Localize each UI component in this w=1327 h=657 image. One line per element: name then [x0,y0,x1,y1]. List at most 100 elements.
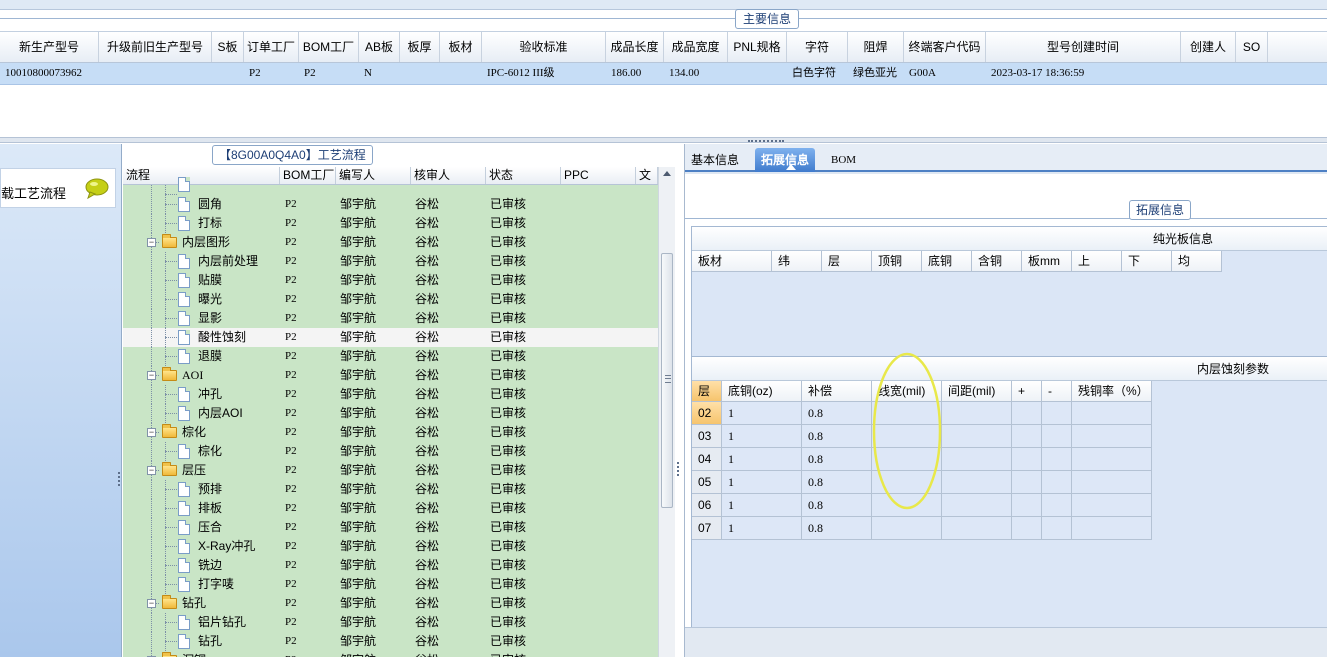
tree-item-row[interactable]: 预排 P2 邹宇航 谷松 已审核 [123,480,658,499]
main-cell[interactable]: G00A [904,63,986,84]
etch-cell[interactable]: 0.8 [802,402,872,425]
etch-cell[interactable] [1072,494,1152,517]
tree-item-row[interactable]: 内层前处理 P2 邹宇航 谷松 已审核 [123,252,658,271]
tree-folder-row[interactable]: − 棕化 P2 邹宇航 谷松 已审核 [123,423,658,442]
main-col-header[interactable]: 阻焊 [848,32,904,62]
collapse-toggle-icon[interactable]: − [147,238,156,247]
main-col-header[interactable]: 验收标准 [482,32,606,62]
main-col-header[interactable]: AB板 [359,32,400,62]
flow-col-header[interactable]: 核审人 [411,167,486,184]
etch-col-header[interactable]: 底铜(oz) [722,381,802,402]
main-col-header[interactable]: SO [1236,32,1268,62]
tree-item-row[interactable]: X-Ray冲孔 P2 邹宇航 谷松 已审核 [123,537,658,556]
laminate-col-header[interactable]: 顶铜 [872,251,922,272]
tree-folder-row[interactable]: − 钻孔 P2 邹宇航 谷松 已审核 [123,594,658,613]
main-col-header[interactable]: 板厚 [400,32,440,62]
etch-col-header[interactable]: 层 [692,381,722,402]
laminate-col-header[interactable]: 均 [1172,251,1222,272]
etch-cell[interactable] [1042,448,1072,471]
tree-item-row[interactable]: 打字唛 P2 邹宇航 谷松 已审核 [123,575,658,594]
main-col-header[interactable]: 型号创建时间 [986,32,1181,62]
main-col-header[interactable]: 新生产型号 [0,32,99,62]
tree-folder-row[interactable]: − 层压 P2 邹宇航 谷松 已审核 [123,461,658,480]
main-col-header[interactable]: 创建人 [1181,32,1236,62]
etch-cell[interactable] [942,494,1012,517]
tree-folder-row[interactable]: − AOI P2 邹宇航 谷松 已审核 [123,366,658,385]
main-cell[interactable]: 186.00 [606,63,664,84]
etch-cell[interactable] [1012,471,1042,494]
main-cell[interactable] [99,63,212,84]
tree-item-row[interactable] [123,177,658,204]
etch-cell[interactable] [1042,471,1072,494]
etch-cell[interactable] [942,471,1012,494]
laminate-col-header[interactable]: 底铜 [922,251,972,272]
main-cell[interactable] [1236,63,1268,84]
main-col-header[interactable]: 板材 [440,32,482,62]
tree-item-row[interactable]: 贴膜 P2 邹宇航 谷松 已审核 [123,271,658,290]
main-col-header[interactable]: 终端客户代码 [904,32,986,62]
scroll-up-arrow-icon[interactable] [663,171,671,176]
main-col-header[interactable]: PNL规格 [728,32,787,62]
main-cell[interactable] [728,63,787,84]
tree-item-row[interactable]: 排板 P2 邹宇航 谷松 已审核 [123,499,658,518]
tree-item-row[interactable]: 铣边 P2 邹宇航 谷松 已审核 [123,556,658,575]
laminate-col-header[interactable]: 纬 [772,251,822,272]
load-process-flow-item[interactable]: 载工艺流程 [0,168,116,208]
laminate-col-header[interactable]: 含铜 [972,251,1022,272]
etch-cell[interactable] [942,448,1012,471]
main-cell[interactable]: 134.00 [664,63,728,84]
laminate-col-header[interactable]: 上 [1072,251,1122,272]
etch-cell[interactable]: 0.8 [802,494,872,517]
main-cell[interactable]: 2023-03-17 18:36:59 [986,63,1181,84]
etch-col-header[interactable]: 间距(mil) [942,381,1012,402]
main-cell[interactable]: P2 [299,63,359,84]
etch-cell[interactable]: 1 [722,425,802,448]
tree-item-row[interactable]: 钻孔 P2 邹宇航 谷松 已审核 [123,632,658,651]
collapse-toggle-icon[interactable]: − [147,371,156,380]
etch-col-header[interactable]: 残铜率（%） [1072,381,1152,402]
etch-cell[interactable]: 0.8 [802,425,872,448]
collapse-toggle-icon[interactable]: − [147,428,156,437]
main-cell[interactable]: 10010800073962 [0,63,99,84]
flow-col-header[interactable]: 状态 [486,167,561,184]
laminate-col-header[interactable]: 下 [1122,251,1172,272]
etch-col-header[interactable]: + [1012,381,1042,402]
scrollbar-thumb[interactable] [661,253,673,508]
etch-cell[interactable] [1012,425,1042,448]
etch-cell[interactable] [1012,402,1042,425]
tree-folder-row[interactable]: −沉铜P2邹宇航谷松已审核 [123,651,658,657]
etch-cell[interactable]: 1 [722,402,802,425]
tree-item-row[interactable]: 冲孔 P2 邹宇航 谷松 已审核 [123,385,658,404]
etch-row[interactable]: 07 1 0.8 [692,517,1152,540]
etch-cell[interactable]: 1 [722,471,802,494]
etch-cell[interactable] [1042,494,1072,517]
etch-cell[interactable]: 1 [722,517,802,540]
etch-col-header[interactable]: - [1042,381,1072,402]
etch-cell[interactable]: 1 [722,494,802,517]
main-col-header[interactable]: 字符 [787,32,848,62]
etch-cell[interactable] [1072,425,1152,448]
tree-item-row[interactable]: 内层AOI P2 邹宇航 谷松 已审核 [123,404,658,423]
main-info-data-row[interactable]: 10010800073962 P2 P2 N IPC-6012 III级 186.00 13… [0,63,1327,85]
flow-col-header[interactable]: 文 [636,167,658,184]
laminate-col-header[interactable]: 板mm [1022,251,1072,272]
splitter-grip-icon[interactable] [748,140,784,142]
collapse-toggle-icon[interactable]: − [147,466,156,475]
tree-item-row[interactable]: 退膜 P2 邹宇航 谷松 已审核 [123,347,658,366]
etch-cell[interactable] [1042,425,1072,448]
laminate-col-header[interactable]: 板材 [692,251,772,272]
etch-cell[interactable] [1072,517,1152,540]
main-col-header[interactable]: BOM工厂 [299,32,359,62]
main-col-header[interactable]: 成品宽度 [664,32,728,62]
etch-cell[interactable] [1012,517,1042,540]
main-col-header[interactable]: 升级前旧生产型号 [99,32,212,62]
tree-item-row[interactable]: 铝片钻孔 P2 邹宇航 谷松 已审核 [123,613,658,632]
collapse-toggle-icon[interactable]: − [147,599,156,608]
flow-col-header[interactable]: 编写人 [336,167,411,184]
laminate-col-header[interactable]: 层 [822,251,872,272]
horizontal-splitter[interactable] [0,137,1327,143]
main-cell[interactable] [440,63,482,84]
etch-cell[interactable] [1072,448,1152,471]
tree-item-row[interactable]: 棕化 P2 邹宇航 谷松 已审核 [123,442,658,461]
main-cell[interactable] [1181,63,1236,84]
